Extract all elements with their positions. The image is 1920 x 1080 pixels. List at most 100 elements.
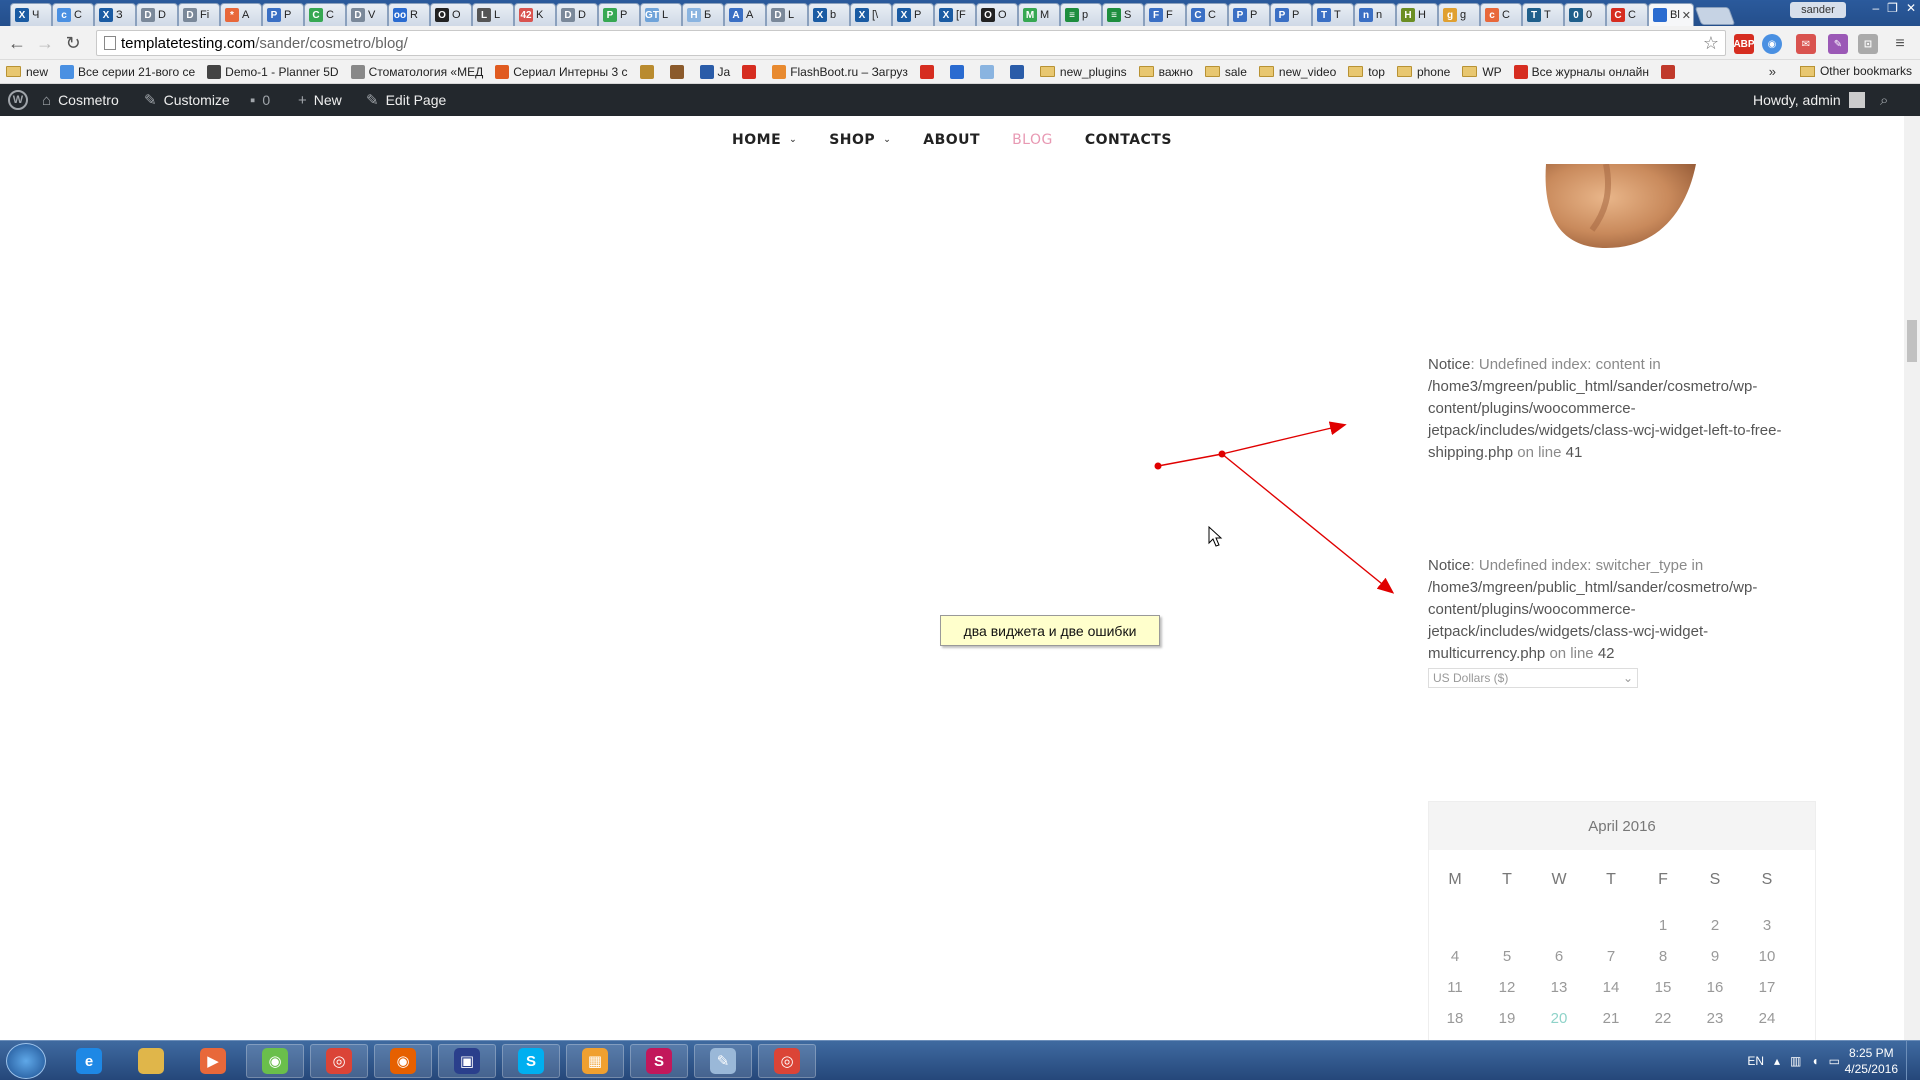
browser-tab[interactable]: CC xyxy=(304,3,346,26)
browser-tab[interactable]: nn xyxy=(1354,3,1396,26)
customize-link[interactable]: ✎ Customize xyxy=(144,84,230,116)
taskbar-app-notes-app[interactable]: ✎ xyxy=(694,1044,752,1078)
taskbar-app-s-app[interactable]: S xyxy=(630,1044,688,1078)
bookmark-link[interactable] xyxy=(949,64,968,79)
browser-tab-active[interactable]: Bl ✕ xyxy=(1648,3,1694,26)
browser-tab[interactable]: LL xyxy=(472,3,514,26)
wp-logo-button[interactable]: W xyxy=(8,84,28,116)
menu-icon[interactable]: ≡ xyxy=(1890,34,1910,54)
browser-tab[interactable]: PP xyxy=(1270,3,1312,26)
bookmark-link[interactable]: Стоматология «МЕД xyxy=(350,64,483,79)
new-content-link[interactable]: + New xyxy=(298,84,342,116)
bookmark-link[interactable] xyxy=(979,64,998,79)
bookmarks-overflow-button[interactable]: » xyxy=(1769,64,1776,79)
bookmark-folder[interactable]: phone xyxy=(1396,65,1450,79)
browser-tab[interactable]: ≡ p xyxy=(1060,3,1102,26)
browser-tab[interactable]: PP xyxy=(598,3,640,26)
browser-tab[interactable]: AA xyxy=(724,3,766,26)
start-button[interactable] xyxy=(6,1043,46,1079)
browser-tab[interactable]: CC xyxy=(1606,3,1648,26)
action-center-icon[interactable]: ▭ xyxy=(1829,1054,1840,1068)
taskbar-app-network-app[interactable]: ◉ xyxy=(246,1044,304,1078)
browser-tab[interactable]: DL xyxy=(766,3,808,26)
account-menu[interactable]: Howdy, admin xyxy=(1753,84,1865,116)
bookmark-link[interactable]: Все журналы онлайн xyxy=(1513,64,1649,79)
taskbar-app-media-player[interactable]: ▶ xyxy=(184,1044,242,1078)
adblock-icon[interactable]: ABP xyxy=(1733,34,1755,54)
taskbar-app-photo-app[interactable]: ▦ xyxy=(566,1044,624,1078)
bookmark-link[interactable] xyxy=(1009,64,1028,79)
browser-tab[interactable]: 00 xyxy=(1564,3,1606,26)
new-tab-button[interactable] xyxy=(1694,7,1736,25)
currency-select[interactable]: US Dollars ($) ⌄ xyxy=(1428,668,1638,688)
browser-tab[interactable]: ≡ S xyxy=(1102,3,1144,26)
globe-extension-icon[interactable]: ◉ xyxy=(1762,34,1782,54)
browser-tab[interactable]: X [\ xyxy=(850,3,892,26)
taskbar-app-chrome[interactable]: ◎ xyxy=(310,1044,368,1078)
browser-tab[interactable]: DV xyxy=(346,3,388,26)
edit-page-link[interactable]: ✎ Edit Page xyxy=(366,84,446,116)
bookmark-folder[interactable]: sale xyxy=(1204,65,1247,79)
browser-tab[interactable]: D Fi xyxy=(178,3,220,26)
browser-tab[interactable]: XP xyxy=(892,3,934,26)
browser-tab[interactable]: XЗ xyxy=(94,3,136,26)
browser-tab[interactable]: GT L xyxy=(640,3,682,26)
site-name-link[interactable]: ⌂ Cosmetro xyxy=(42,84,119,116)
language-indicator[interactable]: EN xyxy=(1747,1054,1764,1068)
gmail-icon[interactable]: ✉ xyxy=(1796,34,1816,54)
bookmark-folder[interactable]: важно xyxy=(1138,65,1193,79)
browser-tab[interactable]: MM xyxy=(1018,3,1060,26)
browser-tab[interactable]: OO xyxy=(430,3,472,26)
minimize-button[interactable]: – xyxy=(1872,1,1879,15)
browser-tab[interactable]: PP xyxy=(1228,3,1270,26)
browser-tab[interactable]: PP xyxy=(262,3,304,26)
bookmark-link[interactable]: Все серии 21-вого се xyxy=(60,64,195,79)
bookmark-link[interactable]: Сериал Интерны 3 с xyxy=(495,64,628,79)
clock[interactable]: 8:25 PM 4/25/2016 xyxy=(1845,1045,1898,1077)
browser-tab[interactable]: XЧ xyxy=(10,3,52,26)
bookmark-folder[interactable]: new_video xyxy=(1258,65,1336,79)
nav-item-about[interactable]: ABOUT xyxy=(923,132,980,148)
bookmark-folder[interactable]: top xyxy=(1348,65,1385,79)
browser-tab[interactable]: gg xyxy=(1438,3,1480,26)
bookmark-link[interactable]: Ja xyxy=(699,64,730,79)
other-bookmarks-folder[interactable]: Other bookmarks xyxy=(1799,64,1912,78)
taskbar-app-save-app[interactable]: ▣ xyxy=(438,1044,496,1078)
tray-expand-icon[interactable]: ▴ xyxy=(1774,1054,1780,1068)
taskbar-app-firefox[interactable]: ◉ xyxy=(374,1044,432,1078)
back-button[interactable]: ← xyxy=(6,32,28,54)
browser-tab[interactable]: Xb xyxy=(808,3,850,26)
taskbar-app-skype[interactable]: S xyxy=(502,1044,560,1078)
tab-close-icon[interactable]: ✕ xyxy=(1682,9,1691,22)
nav-item-home[interactable]: HOME ⌄ xyxy=(732,132,797,148)
browser-tab[interactable]: TT xyxy=(1312,3,1354,26)
browser-tab[interactable]: DD xyxy=(136,3,178,26)
profile-button[interactable]: sander xyxy=(1790,2,1846,18)
bookmark-link[interactable] xyxy=(639,64,658,79)
bookmark-link[interactable]: FlashBoot.ru – Загруз xyxy=(772,64,908,79)
browser-tab[interactable]: HБ xyxy=(682,3,724,26)
bookmark-folder[interactable]: new xyxy=(6,65,48,79)
network-icon[interactable]: ▥ xyxy=(1790,1054,1801,1068)
browser-tab[interactable]: OO xyxy=(976,3,1018,26)
address-bar[interactable]: templatetesting.com/sander/cosmetro/blog… xyxy=(96,30,1726,56)
nav-item-contacts[interactable]: CONTACTS xyxy=(1085,132,1172,148)
nav-item-shop[interactable]: SHOP ⌄ xyxy=(829,132,891,148)
browser-tab[interactable]: cC xyxy=(1480,3,1522,26)
reload-button[interactable]: ↻ xyxy=(62,32,84,54)
nav-item-blog[interactable]: BLOG xyxy=(1012,132,1053,148)
bookmark-link[interactable] xyxy=(1660,64,1679,79)
comments-link[interactable]: ▪ 0 xyxy=(250,84,270,116)
browser-tab[interactable]: DD xyxy=(556,3,598,26)
bookmark-link[interactable] xyxy=(742,64,760,79)
browser-tab[interactable]: HH xyxy=(1396,3,1438,26)
bookmark-folder[interactable]: WP xyxy=(1462,65,1502,79)
bookmark-link[interactable] xyxy=(669,64,688,79)
scrollbar-thumb[interactable] xyxy=(1907,320,1917,362)
page-scrollbar[interactable] xyxy=(1904,116,1920,1040)
browser-tab[interactable]: 42 K xyxy=(514,3,556,26)
browser-tab[interactable]: FF xyxy=(1144,3,1186,26)
pen-extension-icon[interactable]: ✎ xyxy=(1828,34,1848,54)
browser-tab[interactable]: X [F xyxy=(934,3,976,26)
volume-icon[interactable]: ◖ xyxy=(1811,1054,1818,1068)
